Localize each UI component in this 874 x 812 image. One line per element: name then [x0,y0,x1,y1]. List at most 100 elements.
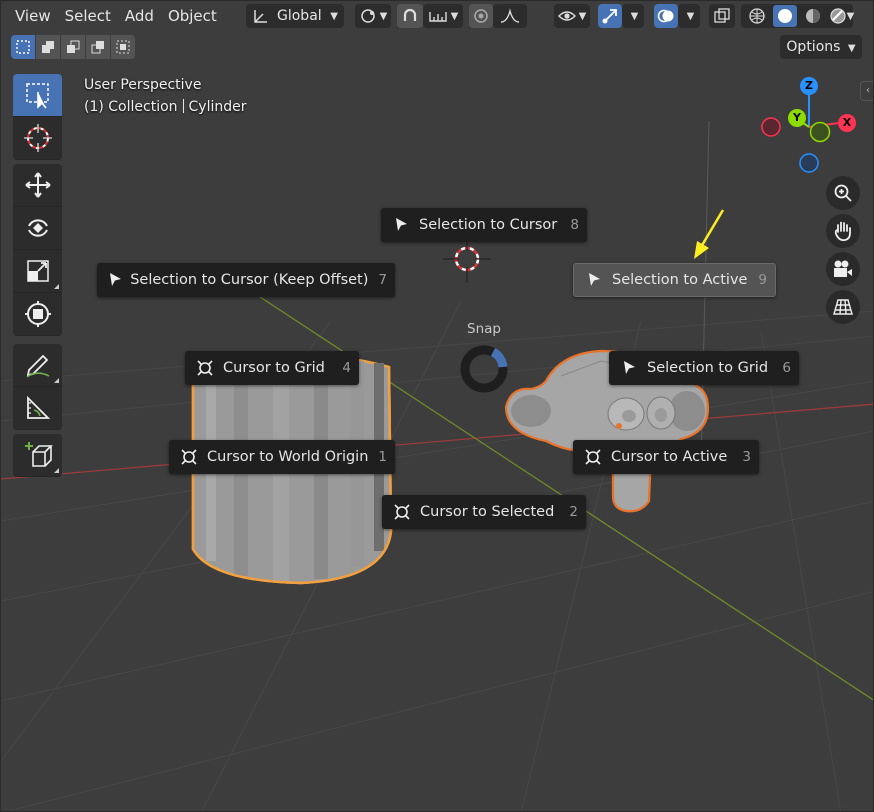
material-shading-icon[interactable] [804,7,822,25]
select-intersect-icon [116,40,130,54]
rotate-icon [27,219,48,237]
selection-mode-bar [11,35,135,59]
proportional-edit-icon [474,9,488,23]
sidebar-toggle[interactable]: ‹ [860,81,873,101]
cursor-tool[interactable] [13,117,62,160]
ruler-icon [26,395,50,419]
solid-shading-button[interactable] [772,5,797,27]
select-box-icon [25,83,49,109]
menu-add[interactable]: Add [118,3,161,29]
projection-toggle-button[interactable] [826,290,860,324]
pivot-point-dropdown[interactable]: ▼ [355,4,391,28]
move-icon [24,172,51,198]
add-cube-tool[interactable] [13,434,62,477]
pie-item-selection-to-active[interactable]: Selection to Active 9 [573,263,776,297]
tool-group-transform [13,164,62,336]
measure-tool[interactable] [13,387,62,430]
chevron-down-icon: ▼ [847,43,856,54]
grid-perspective-icon [833,299,853,315]
shading-dropdown[interactable]: ▼ [837,4,861,28]
snap-toggle[interactable] [397,4,423,28]
gizmo-z[interactable]: Z [800,77,818,95]
eye-icon [557,11,576,21]
pie-item-label: Selection to Grid [647,360,769,376]
pie-item-label: Selection to Cursor (Keep Offset) [130,272,369,288]
menu-object[interactable]: Object [161,3,224,29]
gizmo-dropdown[interactable]: ▼ [622,4,644,28]
pie-item-cursor-to-selected[interactable]: Cursor to Selected 2 [382,495,586,529]
pie-item-hotkey: 9 [758,272,767,288]
select-box-tool[interactable] [13,74,62,117]
options-label: Options [786,39,841,55]
3d-cursor [443,237,491,283]
xray-icon [714,8,730,23]
pie-item-cursor-to-grid[interactable]: Cursor to Grid 4 [185,351,359,385]
scale-icon [26,260,49,282]
move-tool[interactable] [13,164,62,207]
annotation-arrow [694,209,725,259]
cursor-arrow-icon [107,270,122,290]
scale-tool[interactable] [13,250,62,293]
overlays-toggle[interactable] [654,4,678,28]
cursor-arrow-icon [391,215,411,235]
tool-variants-indicator [54,284,59,289]
zoom-button[interactable] [826,176,860,210]
pie-menu-title: Snap [467,321,501,337]
pan-button[interactable] [826,214,860,248]
falloff-dropdown[interactable] [493,4,527,28]
pie-item-cursor-to-world-origin[interactable]: Cursor to World Origin 1 [169,440,395,474]
rotate-tool[interactable] [13,207,62,250]
transform-tool[interactable] [13,293,62,336]
chevron-down-icon: ▼ [578,10,587,22]
select-invert-icon [91,41,104,54]
chevron-down-icon: ▼ [450,10,459,22]
collection-name: (1) Collection [84,99,178,115]
pie-item-hotkey: 3 [742,449,751,465]
cursor-target-icon [392,502,412,522]
snap-target-dropdown[interactable]: ▼ [423,4,463,28]
chevron-down-icon: ▼ [630,10,639,22]
cursor-arrow-icon [584,270,604,290]
select-subtract-mode[interactable] [61,35,85,59]
transform-orientation-dropdown[interactable]: Global ▼ [246,4,344,28]
camera-view-button[interactable] [826,252,860,286]
select-new-icon [16,40,30,54]
xray-toggle[interactable] [709,4,735,28]
gizmo-x[interactable]: X [838,114,856,132]
pie-item-selection-to-cursor[interactable]: Selection to Cursor 8 [381,208,587,242]
pie-item-hotkey: 8 [570,217,579,233]
select-intersect-mode[interactable] [111,35,135,59]
cursor-target-icon [583,447,603,467]
select-invert-mode[interactable] [86,35,110,59]
separator [182,99,184,113]
overlays-icon [657,9,674,23]
gizmo-y[interactable]: Y [788,109,806,127]
pie-item-label: Cursor to Selected [420,504,555,520]
tool-variants-indicator [54,378,59,383]
visibility-dropdown[interactable]: ▼ [554,4,590,28]
pie-item-selection-to-cursor-keep-offset[interactable]: Selection to Cursor (Keep Offset) 7 [97,263,395,297]
cursor-arrow-icon [619,358,639,378]
options-dropdown[interactable]: Options ▼ [780,35,862,59]
gizmo-toggle[interactable] [598,4,622,28]
select-new-mode[interactable] [11,35,35,59]
overlays-dropdown[interactable]: ▼ [678,4,700,28]
navigation-gizmo[interactable] [761,93,840,173]
pie-item-cursor-to-active[interactable]: Cursor to Active 3 [573,440,759,474]
menu-view[interactable]: View [8,3,58,29]
menu-select[interactable]: Select [58,3,118,29]
solid-shading-icon [777,9,792,23]
pie-item-selection-to-grid[interactable]: Selection to Grid 6 [609,351,799,385]
3d-viewport[interactable]: Z X Y View Select Add Object Global ▼ ▼ … [0,0,874,812]
chevron-down-icon: ▼ [686,10,695,22]
proportional-edit-toggle[interactable] [469,4,493,28]
wireframe-shading-icon[interactable] [748,7,766,25]
collection-object-info: (1) Collection Cylinder [84,96,247,118]
gizmo-icon [602,9,617,24]
magnet-icon [403,8,417,21]
tool-group-add [13,434,62,477]
select-subtract-icon [67,40,80,53]
select-extend-mode[interactable] [36,35,60,59]
cursor-tool-icon [23,124,52,152]
annotate-tool[interactable] [13,344,62,387]
